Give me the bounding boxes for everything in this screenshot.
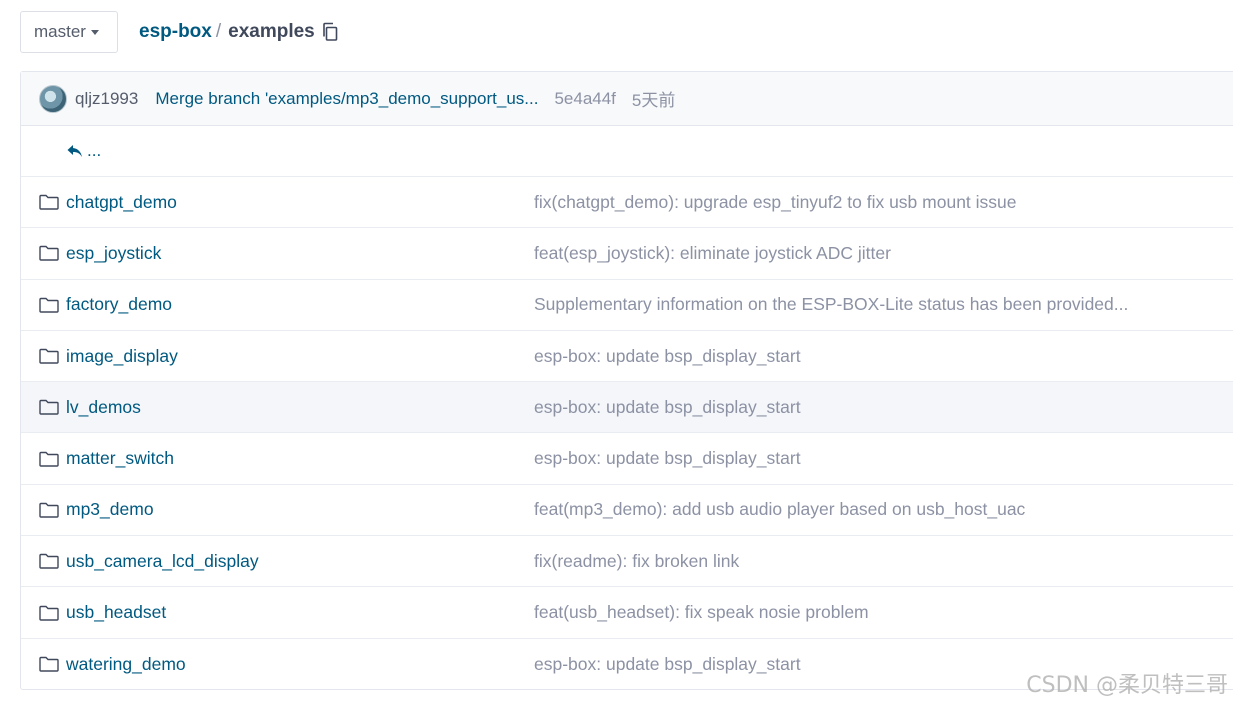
reply-arrow-icon: [67, 145, 82, 157]
branch-label: master: [34, 22, 86, 41]
folder-icon: [39, 657, 59, 673]
row-commit-message-link[interactable]: Supplementary information on the ESP-BOX…: [534, 294, 1128, 315]
table-row[interactable]: factory_demo Supplementary information o…: [21, 280, 1233, 331]
commit-time: 5天前: [631, 91, 676, 110]
branch-selector[interactable]: master: [20, 11, 118, 53]
row-commit-message-link[interactable]: feat(mp3_demo): add usb audio player bas…: [534, 499, 1025, 520]
breadcrumb: esp-box / examples: [139, 21, 339, 43]
row-commit-message-link[interactable]: fix(chatgpt_demo): upgrade esp_tinyuf2 t…: [534, 192, 1017, 213]
folder-icon: [39, 246, 59, 262]
caret-down-icon: [90, 29, 99, 35]
table-row[interactable]: mp3_demo feat(mp3_demo): add usb audio p…: [21, 485, 1233, 537]
folder-name-link[interactable]: usb_headset: [66, 602, 166, 623]
folder-name-link[interactable]: usb_camera_lcd_display: [66, 551, 259, 572]
table-row[interactable]: matter_switch esp-box: update bsp_displa…: [21, 433, 1233, 485]
folder-icon: [39, 502, 59, 518]
file-tree: qljz1993 Merge branch 'examples/mp3_demo…: [20, 71, 1233, 690]
row-commit-message-link[interactable]: feat(usb_headset): fix speak nosie probl…: [534, 602, 869, 623]
table-row[interactable]: image_display esp-box: update bsp_displa…: [21, 331, 1233, 383]
folder-name-link[interactable]: factory_demo: [66, 294, 172, 315]
breadcrumb-repo-link[interactable]: esp-box: [139, 21, 212, 43]
folder-icon: [39, 554, 59, 569]
folder-name-link[interactable]: esp_joystick: [66, 243, 161, 264]
row-commit-message-link[interactable]: feat(esp_joystick): eliminate joystick A…: [534, 243, 891, 264]
folder-icon: [39, 297, 59, 313]
folder-name-link[interactable]: image_display: [66, 346, 178, 367]
commit-message-link[interactable]: Merge branch 'examples/mp3_demo_support_…: [155, 89, 538, 109]
table-row[interactable]: usb_headset feat(usb_headset): fix speak…: [21, 587, 1233, 639]
folder-name-link[interactable]: lv_demos: [66, 397, 141, 418]
parent-directory-label: ...: [87, 141, 102, 160]
folder-name-link[interactable]: mp3_demo: [66, 499, 154, 520]
table-row[interactable]: esp_joystick feat(esp_joystick): elimina…: [21, 228, 1233, 280]
latest-commit-bar: qljz1993 Merge branch 'examples/mp3_demo…: [21, 72, 1233, 126]
folder-name-link[interactable]: matter_switch: [66, 448, 174, 469]
row-commit-message-link[interactable]: esp-box: update bsp_display_start: [534, 397, 801, 418]
row-commit-message-link[interactable]: esp-box: update bsp_display_start: [534, 448, 801, 469]
folder-icon: [39, 348, 59, 364]
row-commit-message-link[interactable]: esp-box: update bsp_display_start: [534, 654, 801, 675]
row-commit-message-link[interactable]: esp-box: update bsp_display_start: [534, 346, 801, 367]
folder-name-link[interactable]: chatgpt_demo: [66, 192, 177, 213]
folder-icon: [39, 605, 59, 621]
row-commit-message-link[interactable]: fix(readme): fix broken link: [534, 551, 739, 572]
avatar[interactable]: [39, 84, 67, 113]
table-row[interactable]: chatgpt_demo fix(chatgpt_demo): upgrade …: [21, 177, 1233, 229]
folder-name-link[interactable]: watering_demo: [66, 654, 186, 675]
watermark: CSDN @柔贝特三哥: [1026, 673, 1228, 698]
folder-icon: [39, 451, 59, 467]
folder-icon: [39, 194, 59, 210]
folder-icon: [39, 400, 59, 416]
table-row[interactable]: usb_camera_lcd_display fix(readme): fix …: [21, 536, 1233, 588]
table-row[interactable]: lv_demos esp-box: update bsp_display_sta…: [21, 382, 1233, 434]
commit-sha-link[interactable]: 5e4a44f: [554, 89, 615, 109]
parent-directory-link[interactable]: ...: [21, 126, 1233, 177]
copy-icon[interactable]: [321, 22, 339, 42]
commit-author-link[interactable]: qljz1993: [75, 89, 138, 109]
top-bar: master esp-box / examples: [20, 11, 339, 53]
breadcrumb-current-dir: examples: [228, 21, 315, 42]
breadcrumb-separator: /: [215, 21, 222, 42]
